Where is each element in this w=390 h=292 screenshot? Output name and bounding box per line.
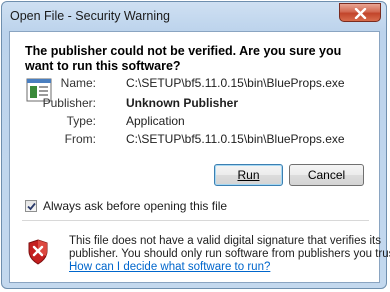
close-button[interactable]: [339, 3, 381, 22]
dialog-content: The publisher could not be verified. Are…: [9, 31, 390, 283]
from-label: From:: [64, 132, 96, 146]
security-warning-dialog: Open File - Security Warning The publish…: [1, 1, 390, 289]
name-label: Name:: [60, 76, 96, 90]
checkmark-icon: [27, 202, 36, 211]
cancel-button[interactable]: Cancel: [289, 164, 364, 186]
separator: [22, 220, 369, 221]
publisher-value: Unknown Publisher: [126, 96, 239, 110]
from-value: C:\SETUP\bf5.11.0.15\bin\BlueProps.exe: [126, 132, 345, 146]
type-value: Application: [126, 114, 185, 128]
warning-headline: The publisher could not be verified. Are…: [25, 44, 342, 73]
window-title: Open File - Security Warning: [10, 9, 171, 23]
security-shield-icon: [28, 239, 48, 265]
run-button-label: Run: [237, 168, 260, 182]
name-value: C:\SETUP\bf5.11.0.15\bin\BlueProps.exe: [126, 76, 345, 90]
title-bar[interactable]: Open File - Security Warning: [2, 2, 386, 30]
type-label: Type:: [66, 114, 96, 128]
signature-info: This file does not have a valid digital …: [69, 235, 390, 274]
info-line-2: publisher. You should only run software …: [69, 248, 390, 260]
run-button[interactable]: Run: [214, 164, 283, 186]
always-ask-label: Always ask before opening this file: [43, 199, 228, 213]
always-ask-checkbox[interactable]: [25, 200, 37, 212]
publisher-label: Publisher:: [42, 96, 96, 110]
close-icon: [354, 8, 367, 19]
info-line-1: This file does not have a valid digital …: [69, 235, 381, 247]
help-link[interactable]: How can I decide what software to run?: [69, 261, 369, 274]
